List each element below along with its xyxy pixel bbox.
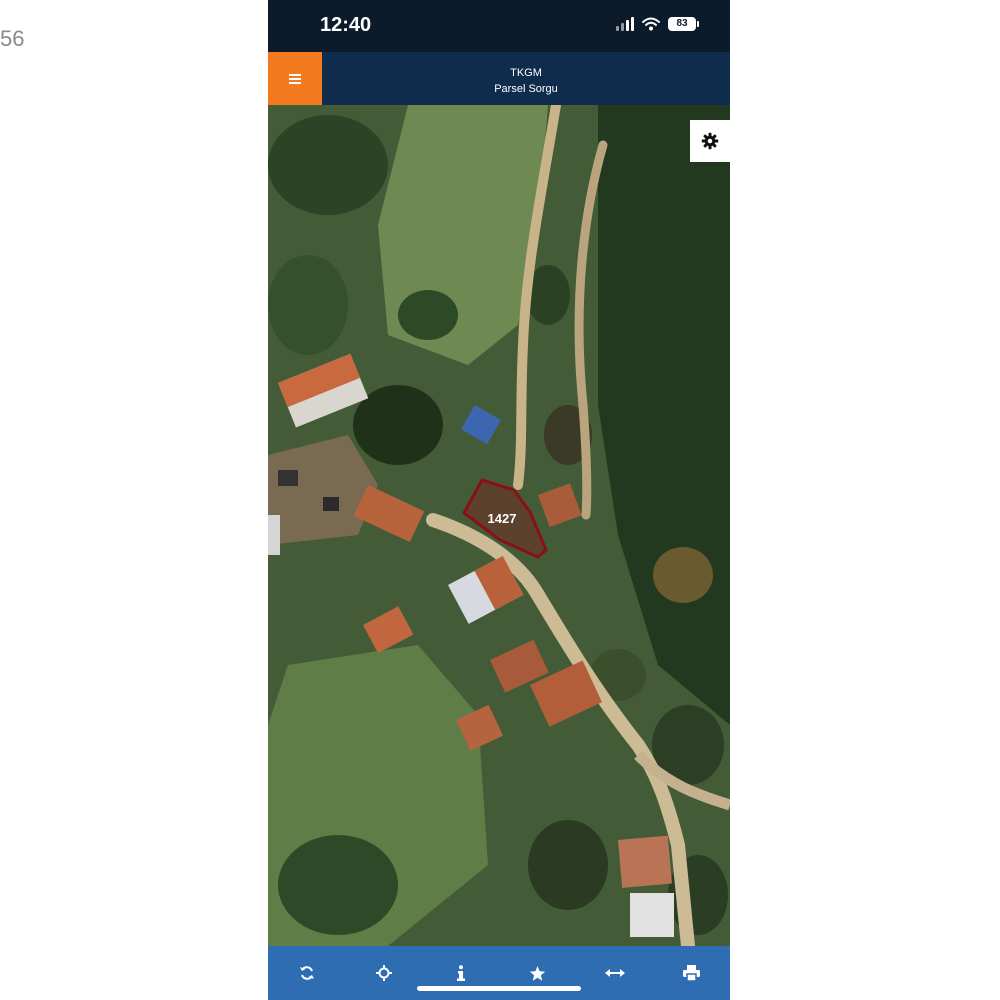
- map-settings-button[interactable]: [690, 120, 730, 162]
- hamburger-menu-icon: [289, 73, 301, 84]
- parcel-label: 1427: [488, 511, 517, 526]
- print-button[interactable]: [672, 953, 712, 993]
- measure-button[interactable]: [595, 953, 635, 993]
- refresh-button[interactable]: [287, 953, 327, 993]
- app-header: TKGM Parsel Sorgu: [268, 52, 730, 105]
- info-icon: [456, 965, 465, 981]
- print-icon: [683, 965, 700, 981]
- menu-button[interactable]: [268, 52, 322, 105]
- phone-screen: 12:40 83 TKGM Parsel Sorgu 1427: [268, 0, 730, 1000]
- location-target-icon: [375, 965, 392, 981]
- app-subtitle: Parsel Sorgu: [494, 83, 558, 95]
- star-icon: [529, 965, 546, 981]
- satellite-map[interactable]: 1427: [268, 105, 730, 946]
- locate-button[interactable]: [364, 953, 404, 993]
- bottom-toolbar: [268, 946, 730, 1000]
- status-time: 12:40: [320, 14, 372, 36]
- status-bar: 12:40 83: [268, 0, 730, 52]
- clipped-edge-text: 56: [0, 26, 25, 51]
- measure-icon: [604, 969, 625, 977]
- status-icons: 83: [616, 17, 699, 31]
- refresh-icon: [299, 966, 314, 980]
- battery-icon: 83: [668, 17, 699, 31]
- header-titles: TKGM Parsel Sorgu: [322, 65, 730, 97]
- satellite-map-imagery: 1427: [268, 105, 730, 946]
- gear-icon: [701, 132, 719, 150]
- signal-icon: [616, 17, 634, 31]
- wifi-icon: [642, 17, 660, 31]
- app-title: TKGM: [510, 67, 542, 79]
- home-indicator: [417, 986, 581, 991]
